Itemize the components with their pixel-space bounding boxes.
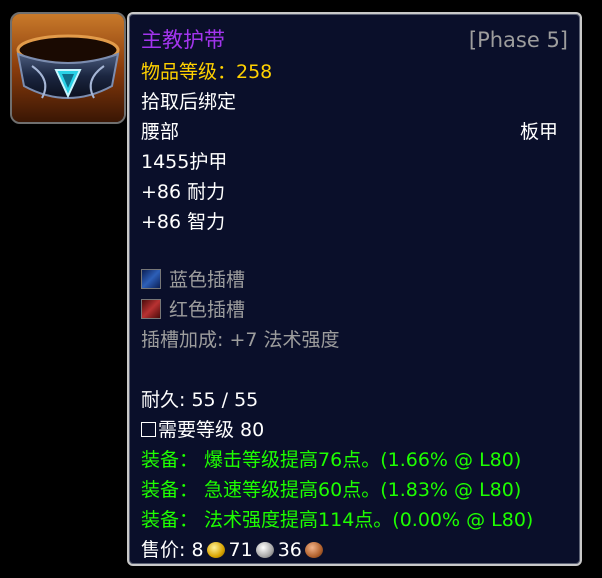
durability-text: 耐久: 55 / 55 [141, 389, 259, 411]
stat-intellect: +86 智力 [141, 211, 226, 233]
item-level: 物品等级：258 [141, 61, 273, 83]
required-level-row: 需要等级 80 [141, 418, 264, 442]
socket-red: 红色插槽 [141, 298, 245, 322]
red-socket-icon [141, 299, 161, 319]
gold-coin-icon [206, 542, 225, 558]
silver-coin-icon [255, 542, 274, 558]
armor-value: 1455护甲 [141, 151, 228, 173]
socket-red-label: 红色插槽 [169, 299, 246, 321]
socket-bonus: 插槽加成: +7 法术强度 [141, 329, 340, 351]
phase-label: [Phase 5] [468, 28, 568, 52]
item-name: 主教护带 [141, 28, 225, 52]
blue-socket-icon [141, 269, 161, 289]
stat-stamina: +86 耐力 [141, 181, 226, 203]
required-level-text: 需要等级 80 [158, 419, 265, 441]
equip-effect-spellpower: 装备： 法术强度提高114点。(0.00% @ L80) [141, 509, 534, 531]
sell-price-label: 售价: 8 [141, 539, 204, 561]
equip-effect-crit: 装备： 爆击等级提高76点。(1.66% @ L80) [141, 449, 522, 471]
equip-effect-haste: 装备： 急速等级提高60点。(1.83% @ L80) [141, 479, 522, 501]
item-tooltip: 主教护带 [Phase 5] 物品等级：258 拾取后绑定 腰部 板甲 1455… [127, 12, 582, 566]
sell-price-copper: 36 [277, 539, 302, 561]
item-icon-frame [10, 12, 126, 124]
slot-text: 腰部 [141, 121, 180, 143]
socket-blue-label: 蓝色插槽 [169, 269, 246, 291]
sell-price-row: 售价: 8 71 36 [141, 538, 327, 562]
belt-icon [12, 14, 124, 122]
checkbox-icon [141, 422, 156, 437]
sell-price-silver: 71 [228, 539, 253, 561]
slot-row: 腰部 板甲 [141, 120, 570, 144]
socket-blue: 蓝色插槽 [141, 268, 245, 292]
armor-type-text: 板甲 [519, 121, 558, 143]
copper-coin-icon [304, 542, 323, 558]
binding-text: 拾取后绑定 [141, 91, 237, 113]
